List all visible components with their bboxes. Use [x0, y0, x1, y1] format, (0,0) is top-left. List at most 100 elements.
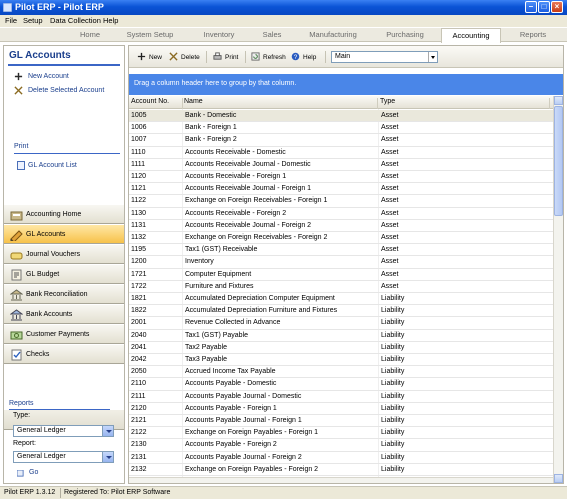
table-row[interactable]: 1722 Furniture and Fixtures Asset: [129, 281, 553, 293]
tab-reports[interactable]: Reports: [510, 28, 556, 42]
table-row[interactable]: 2121 Accounts Payable Journal - Foreign 1…: [129, 415, 553, 428]
print-heading: Print: [14, 143, 29, 150]
tab-purchasing[interactable]: Purchasing: [376, 28, 434, 42]
table-row[interactable]: 1110 Accounts Receivable - Domestic Asset: [129, 147, 553, 159]
table-row[interactable]: 2131 Accounts Payable Journal - Foreign 2…: [129, 452, 553, 464]
table-row[interactable]: 1822 Accumulated Depreciation Furniture a…: [129, 305, 553, 318]
table-row[interactable]: 1195 Tax1 (GST) Receivable Asset: [129, 244, 553, 257]
scroll-down-icon[interactable]: [554, 474, 563, 483]
table-row[interactable]: 1721 Computer Equipment Asset: [129, 269, 553, 281]
checks-icon: [11, 349, 22, 361]
toolbar: New Delete Print Refresh ? Help Main: [129, 46, 563, 68]
nav-accounting-home[interactable]: Accounting Home: [4, 204, 124, 224]
table-row[interactable]: 2130 Accounts Payable - Foreign 2 Liabilit…: [129, 439, 553, 452]
refresh-icon: [251, 52, 260, 61]
column-header-name[interactable]: Name: [184, 98, 378, 109]
name-cell: Bank - Foreign 2: [185, 136, 237, 144]
reports-divider: [9, 409, 110, 410]
column-header-type[interactable]: Type: [380, 98, 550, 109]
type-cell: Asset: [381, 136, 399, 144]
app-icon: [3, 3, 12, 12]
maximize-button[interactable]: □: [538, 1, 550, 13]
menu-setup[interactable]: Setup: [23, 16, 43, 25]
account-no-cell: 1005: [131, 112, 147, 119]
chevron-down-icon[interactable]: [102, 426, 113, 436]
nav-checks[interactable]: Checks: [4, 344, 124, 364]
account-no-cell: 2132: [131, 465, 147, 473]
tab-sales[interactable]: Sales: [254, 28, 290, 42]
report-select[interactable]: General Ledger: [13, 451, 114, 463]
scroll-thumb[interactable]: [554, 106, 563, 216]
vertical-scrollbar[interactable]: [553, 96, 563, 483]
refresh-label: Refresh: [263, 54, 286, 61]
table-row[interactable]: 1121 Accounts Receivable Journal - Foreig…: [129, 183, 553, 196]
scroll-up-icon[interactable]: [554, 96, 563, 105]
name-cell: Tax1 (GST) Payable: [185, 331, 249, 339]
close-button[interactable]: ×: [551, 1, 563, 13]
horizontal-scrollbar[interactable]: [129, 477, 553, 483]
table-row[interactable]: 1132 Exchange on Foreign Receivables - Fo…: [129, 232, 553, 245]
table-row[interactable]: 2001 Revenue Collected in Advance Liabilit…: [129, 317, 553, 330]
account-no-cell: 1132: [131, 234, 147, 241]
table-row[interactable]: 2041 Tax2 Payable Liability: [129, 342, 553, 354]
gl-budget-icon: [11, 269, 22, 281]
nav-bank-reconciliation[interactable]: Bank Reconciliation: [4, 284, 124, 304]
chevron-down-icon[interactable]: [102, 452, 113, 462]
new-label: New: [149, 54, 163, 61]
table-row[interactable]: 1122 Exchange on Foreign Receivables - Fo…: [129, 195, 553, 208]
nav-journal-vouchers[interactable]: Journal Vouchers: [4, 244, 124, 264]
table-row[interactable]: 1131 Accounts Receivable Journal - Foreig…: [129, 220, 553, 232]
table-row[interactable]: 2050 Accrued Income Tax Payable Liability: [129, 366, 553, 379]
name-cell: Accounts Payable - Foreign 2: [185, 441, 277, 449]
table-row[interactable]: 2120 Accounts Payable - Foreign 1 Liabilit…: [129, 403, 553, 415]
nav-gl-budget[interactable]: GL Budget: [4, 264, 124, 284]
minimize-button[interactable]: –: [525, 1, 537, 13]
tab-inventory[interactable]: Inventory: [192, 28, 246, 42]
gl-account-list-link[interactable]: GL Account List: [28, 162, 77, 169]
table-row[interactable]: 2122 Exchange on Foreign Payables - Forei…: [129, 427, 553, 440]
nav-gl-accounts[interactable]: GL Accounts: [4, 224, 124, 244]
table-row[interactable]: 2111 Accounts Payable Journal - Domestic L…: [129, 391, 553, 403]
status-bar: Pilot ERP 1.3.12 Registered To: Pilot ER…: [0, 486, 567, 499]
table-row[interactable]: 2042 Tax3 Payable Liability: [129, 354, 553, 367]
accounts-grid: Account No. Name Type 1005 Bank - Domesti…: [129, 96, 553, 477]
name-cell: Accrued Income Tax Payable: [185, 368, 276, 376]
name-cell: Exchange on Foreign Receivables - Foreig…: [185, 197, 328, 205]
column-header-account-no[interactable]: Account No.: [131, 98, 183, 109]
table-row[interactable]: 1006 Bank - Foreign 1 Asset: [129, 122, 553, 135]
nav-customer-payments[interactable]: Customer Payments: [4, 324, 124, 344]
menu-file[interactable]: File: [5, 16, 17, 25]
table-row[interactable]: 1120 Accounts Receivable - Foreign 1 Asset: [129, 171, 553, 184]
table-row[interactable]: 2132 Exchange on Foreign Payables - Forei…: [129, 464, 553, 476]
type-cell: Asset: [381, 221, 399, 229]
group-by-area[interactable]: Drag a column header here to group by th…: [129, 74, 563, 95]
tab-accounting[interactable]: Accounting: [441, 28, 501, 43]
table-row[interactable]: 1111 Accounts Receivable Journal - Domest…: [129, 159, 553, 171]
module-tabs: Home System Setup Inventory Sales Manufa…: [0, 28, 567, 43]
name-cell: Inventory: [185, 258, 214, 266]
tab-system-setup[interactable]: System Setup: [120, 28, 180, 42]
tab-home[interactable]: Home: [68, 28, 112, 42]
menu-data-collection[interactable]: Data Collection: [50, 16, 101, 25]
chevron-down-icon[interactable]: [428, 52, 437, 62]
view-select[interactable]: Main: [331, 51, 438, 63]
reports-heading: Reports: [9, 400, 34, 407]
account-no-cell: 1195: [131, 246, 147, 254]
nav-label: Accounting Home: [26, 211, 82, 218]
table-row[interactable]: 1130 Accounts Receivable - Foreign 2 Asset: [129, 208, 553, 220]
new-account-label: New Account: [28, 73, 69, 80]
menu-help[interactable]: Help: [103, 16, 118, 25]
type-cell: Asset: [381, 112, 399, 119]
tab-manufacturing[interactable]: Manufacturing: [302, 28, 364, 42]
account-no-cell: 1131: [131, 221, 147, 229]
table-row[interactable]: 1005 Bank - Domestic Asset: [129, 110, 553, 123]
go-link[interactable]: Go: [29, 469, 38, 476]
table-row[interactable]: 2040 Tax1 (GST) Payable Liability: [129, 330, 553, 342]
table-row[interactable]: 1200 Inventory Asset: [129, 256, 553, 269]
nav-bank-accounts[interactable]: Bank Accounts: [4, 304, 124, 324]
table-row[interactable]: 2110 Accounts Payable - Domestic Liability: [129, 378, 553, 391]
report-value: General Ledger: [17, 453, 66, 460]
table-row[interactable]: 1007 Bank - Foreign 2 Asset: [129, 134, 553, 147]
table-row[interactable]: 1821 Accumulated Depreciation Computer Eq…: [129, 293, 553, 306]
report-type-select[interactable]: General Ledger: [13, 425, 114, 437]
